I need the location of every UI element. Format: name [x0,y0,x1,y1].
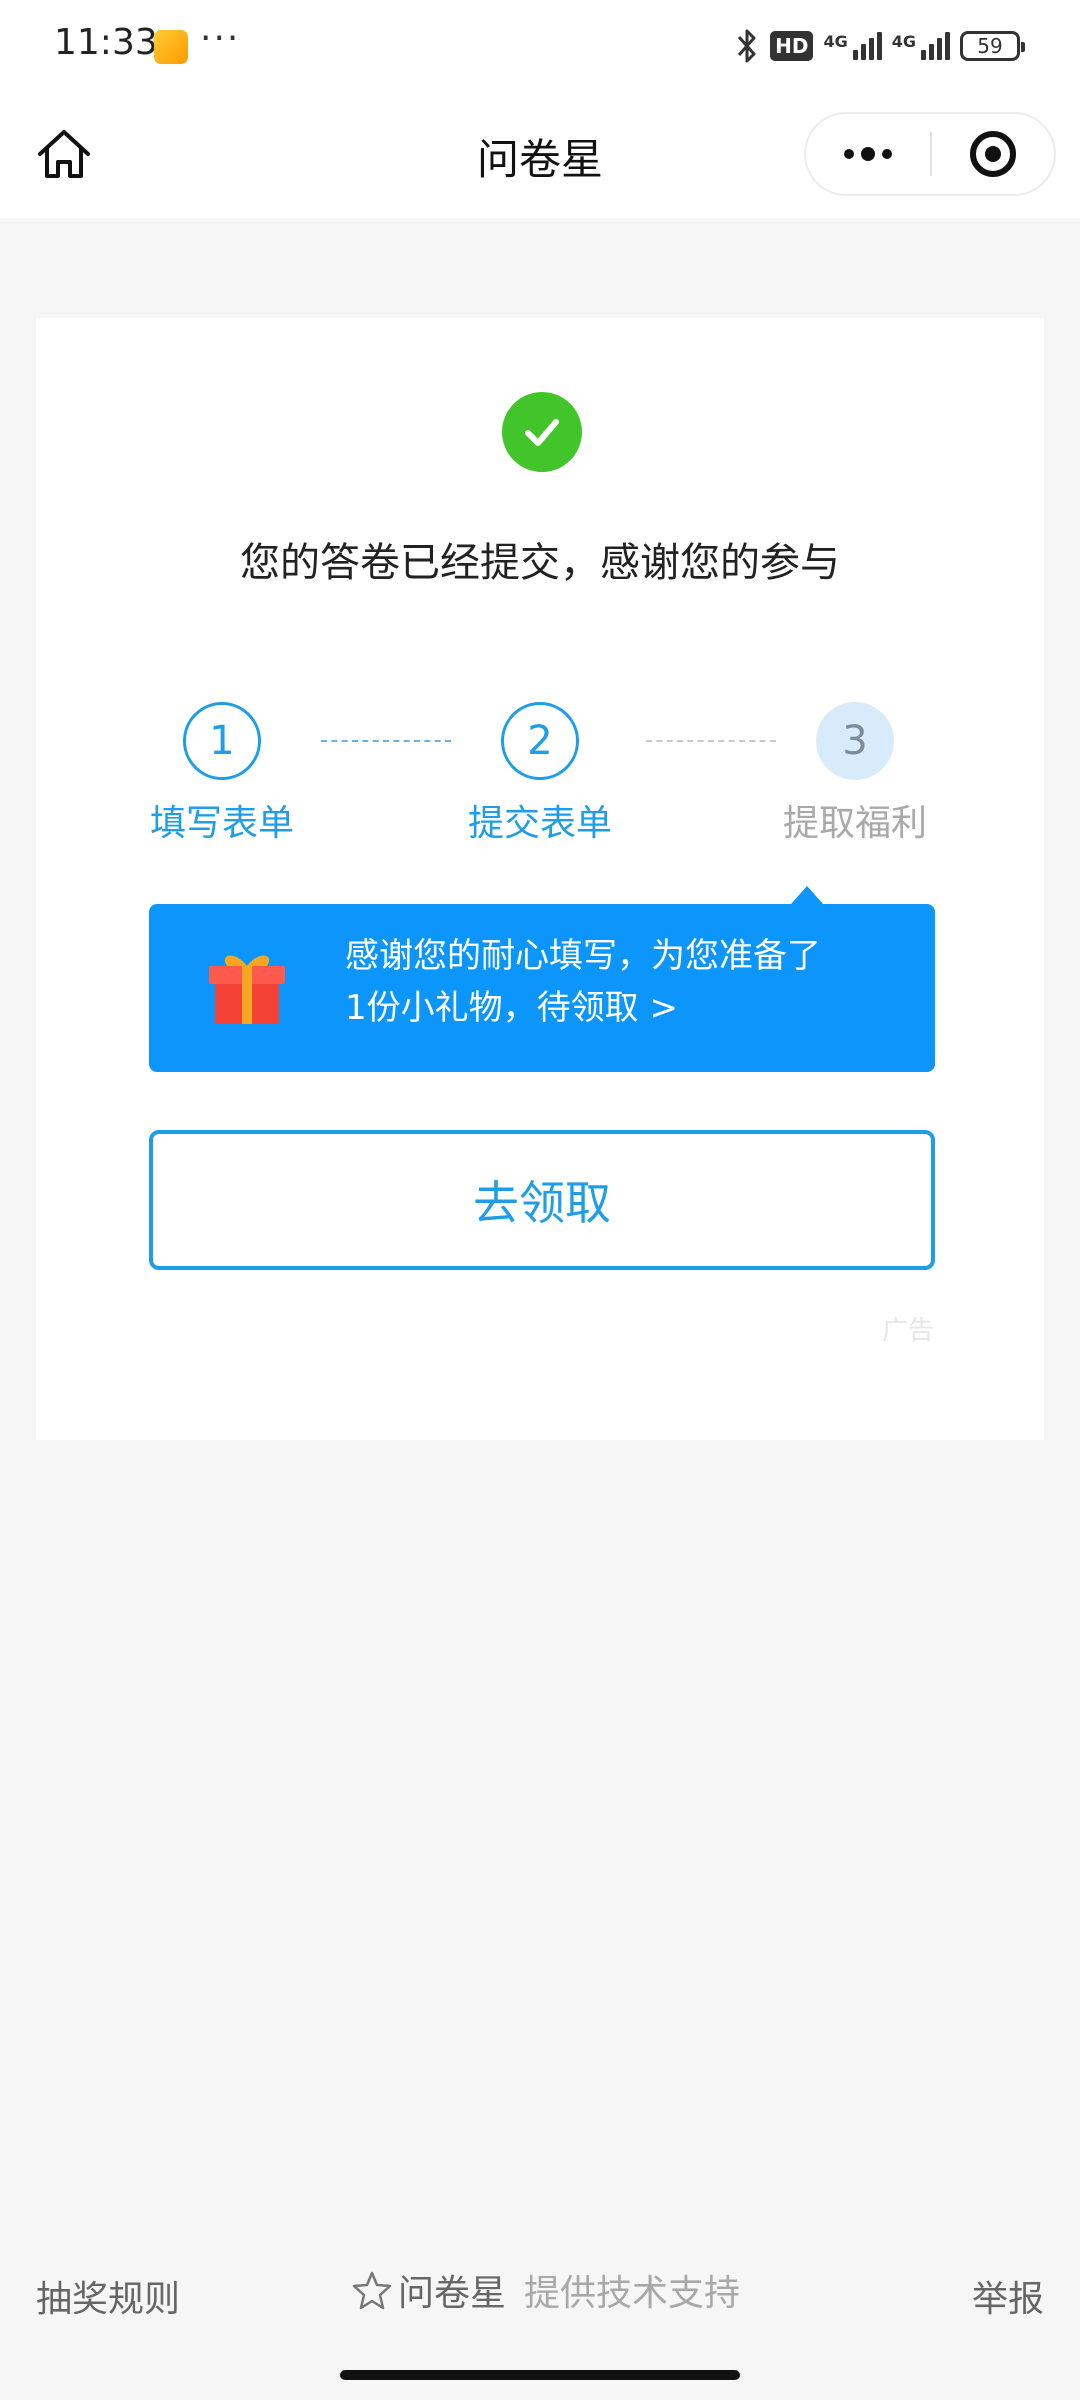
status-indicators: HD 4G 4G 59 [734,24,1025,68]
report-link[interactable]: 举报 [972,2270,1044,2322]
step-2-label: 提交表单 [467,803,612,844]
battery-level: 59 [977,34,1003,58]
hd-badge: HD [770,31,814,61]
signal-icon-2: 4G [892,32,950,60]
signal-icon-1: 4G [823,32,882,60]
bluetooth-icon [738,29,756,63]
step-2-number: 2 [501,702,579,780]
gift-message-line-1: 感谢您的耐心填写，为您准备了 [345,936,821,976]
check-circle-icon [502,392,582,472]
notification-app-icon [154,30,188,64]
target-icon [970,131,1016,177]
progress-steps: 1 填写表单 2 提交表单 3 提取福利 [36,702,1044,852]
status-time: 11:33 [54,22,158,63]
success-message: 您的答卷已经提交，感谢您的参与 [240,540,840,586]
gift-banner[interactable]: 感谢您的耐心填写，为您准备了 1份小礼物，待领取 > [149,886,935,1072]
nav-bar: 问卷星 [0,92,1080,218]
claim-button[interactable]: 去领取 [149,1130,935,1270]
lottery-rules-link[interactable]: 抽奖规则 [36,2270,180,2322]
close-miniprogram-button[interactable] [932,114,1054,194]
step-3: 3 提取福利 [755,702,955,846]
ad-label: 广告 [881,1316,934,1346]
powered-by: 问卷星 提供技术支持 [352,2264,740,2316]
notification-more-icon: ··· [200,18,241,59]
tech-support-text: 提供技术支持 [524,2273,741,2314]
result-card: 您的答卷已经提交，感谢您的参与 1 填写表单 2 提交表单 3 提取福利 感谢您… [36,318,1044,1440]
gift-message: 感谢您的耐心填写，为您准备了 1份小礼物，待领取 > [345,930,905,1034]
battery-icon: 59 [960,31,1025,61]
step-1: 1 填写表单 [122,702,322,846]
step-2: 2 提交表单 [440,702,640,846]
step-3-label: 提取福利 [782,803,927,844]
footer: 抽奖规则 问卷星 提供技术支持 举报 [0,2260,1080,2340]
more-button[interactable] [806,114,930,194]
step-3-number: 3 [816,702,894,780]
step-1-label: 填写表单 [149,803,294,844]
star-icon [352,2271,392,2310]
home-indicator[interactable] [340,2370,740,2380]
miniprogram-capsule [804,112,1056,196]
status-bar: 11:33 ··· HD 4G 4G 59 [0,0,1080,92]
gift-message-line-2: 1份小礼物，待领取 > [345,988,678,1028]
gift-icon [209,955,285,1024]
step-1-number: 1 [183,702,261,780]
step-connector-1 [321,740,451,742]
brand-name: 问卷星 [398,2273,507,2314]
